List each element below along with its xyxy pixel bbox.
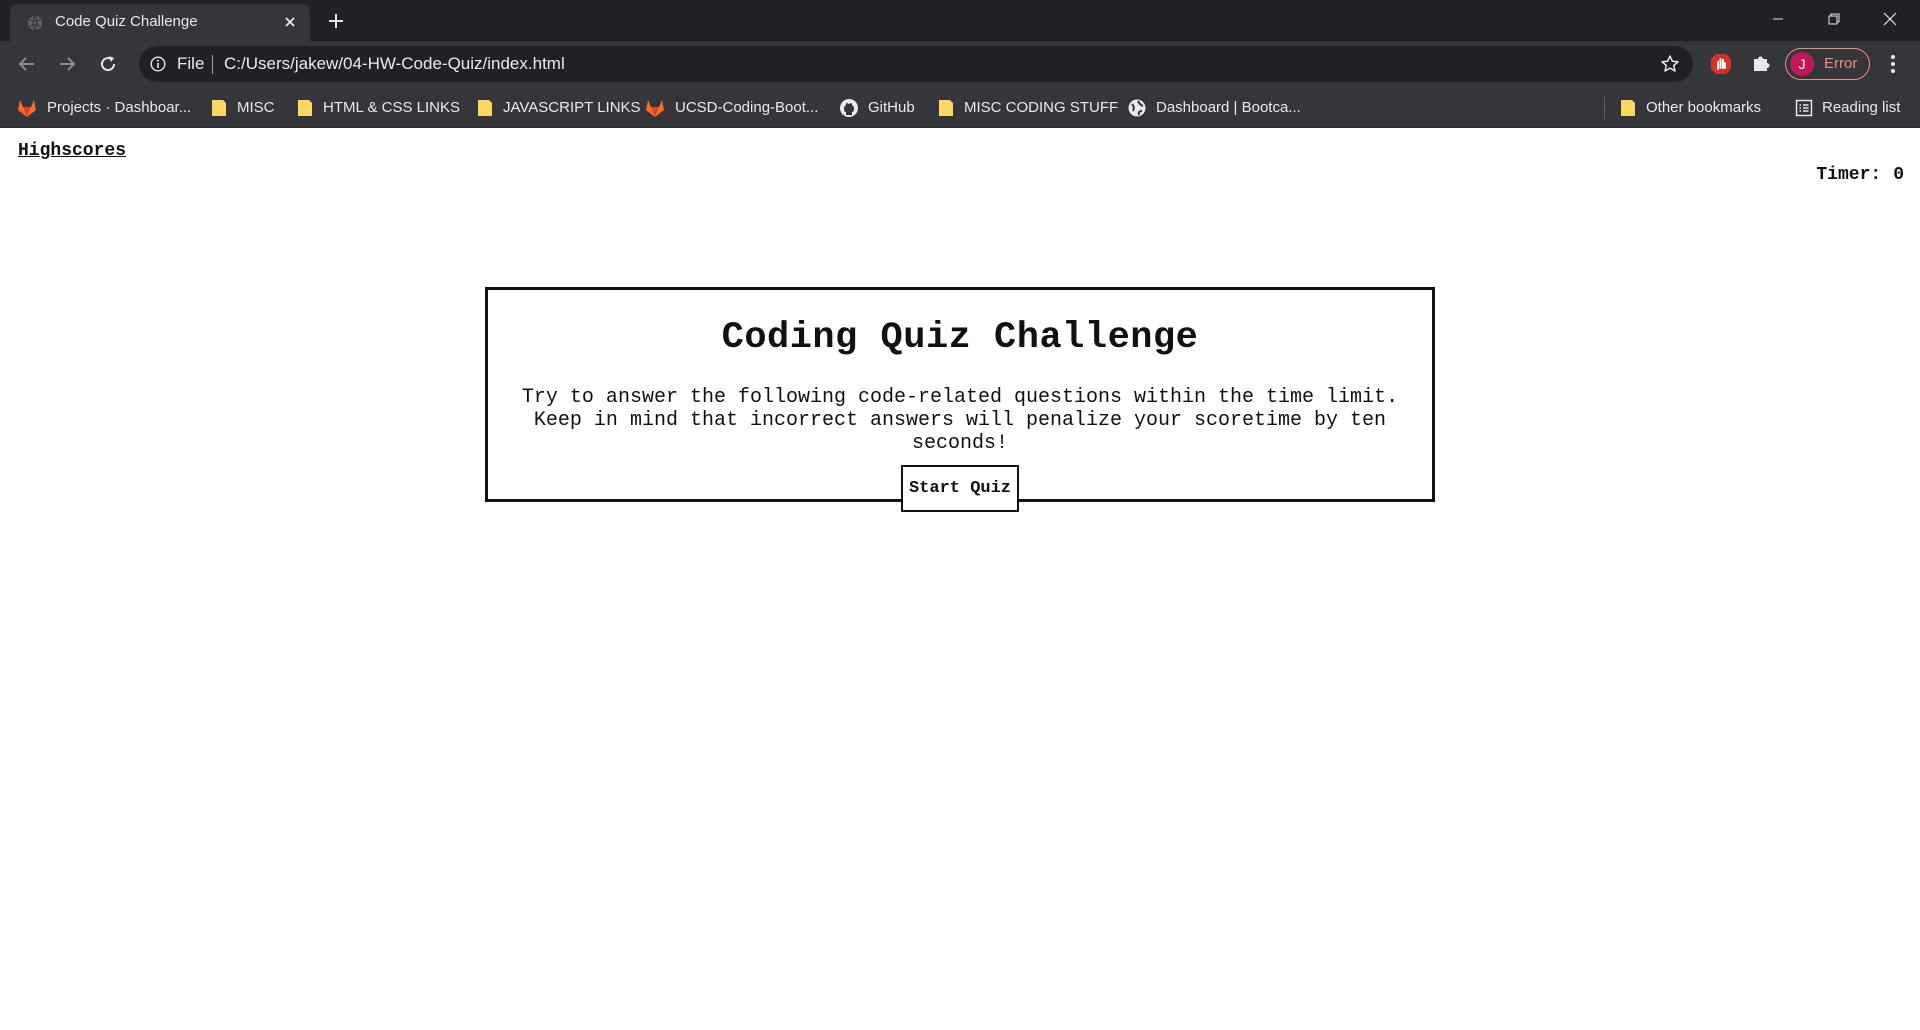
bookmarks-bar: Projects · Dashboar... MISC HTML & CSS L… [0,87,1920,128]
github-icon [840,98,858,117]
folder-icon [212,99,226,116]
globe-icon [1128,99,1146,116]
more-menu-icon[interactable] [1883,53,1903,75]
active-tab[interactable]: Code Quiz Challenge [10,4,310,41]
quiz-intro-card: Coding Quiz Challenge Try to answer the … [485,287,1435,512]
restore-button[interactable] [1806,0,1862,38]
bookmark-other-bookmarks[interactable]: Other bookmarks [1619,87,1761,128]
info-icon[interactable] [150,56,166,72]
reading-list-label: Reading list [1822,99,1901,116]
web-page: Highscores Timer: 0 Coding Quiz Challenge… [0,128,1920,1030]
stop-hand-extension-icon[interactable] [1708,51,1734,77]
url-text[interactable]: C:/Users/jakew/04-HW-Code-Quiz/index.htm… [224,54,565,74]
gitlab-icon [18,99,36,117]
bookmark-label: HTML & CSS LINKS [323,99,460,116]
avatar: J [1790,52,1814,76]
timer-label: Timer: [1816,165,1882,185]
bookmark-javascript-links[interactable]: JAVASCRIPT LINKS [476,87,641,128]
reload-button[interactable] [94,50,122,78]
bookmarks-divider [1604,97,1605,119]
back-arrow-icon [18,57,34,71]
scheme-label: File [177,54,205,73]
close-tab-icon[interactable] [281,13,299,31]
bookmark-label: MISC CODING STUFF [964,99,1119,116]
reload-icon [101,56,116,72]
bookmark-projects-dashboard[interactable]: Projects · Dashboar... [16,87,191,128]
profile-status: Error [1824,55,1858,72]
forward-button[interactable] [53,50,81,78]
url-separator [212,55,213,74]
bookmark-label: Other bookmarks [1646,99,1762,116]
bookmark-label: MISC [237,99,275,116]
timer: Timer: 0 [1816,165,1904,185]
close-window-button[interactable] [1862,0,1918,38]
bookmark-misc-coding-stuff[interactable]: MISC CODING STUFF [937,87,1118,128]
bookmark-misc[interactable]: MISC [210,87,275,128]
close-icon [1883,12,1897,26]
forward-arrow-icon [60,57,76,71]
profile-button[interactable]: J Error [1785,48,1870,80]
bookmark-html-css-links[interactable]: HTML & CSS LINKS [296,87,460,128]
bookmark-label: GitHub [868,99,915,116]
folder-icon [939,99,953,116]
extensions-puzzle-icon[interactable] [1750,52,1772,74]
reading-list-icon [1795,99,1813,116]
folder-icon [478,99,492,116]
bookmark-label: JAVASCRIPT LINKS [503,99,641,116]
timer-value: 0 [1893,165,1904,185]
folder-icon [298,99,312,116]
reading-list-button[interactable]: Reading list [1795,87,1900,128]
quiz-description: Try to answer the following code-related… [521,386,1399,455]
bookmark-label: Dashboard | Bootca... [1156,99,1301,116]
new-tab-icon[interactable] [326,11,346,31]
back-button[interactable] [13,50,41,78]
address-bar[interactable]: File C:/Users/jakew/04-HW-Code-Quiz/inde… [139,46,1693,82]
start-quiz-button[interactable]: Start Quiz [900,465,1020,512]
gitlab-icon [646,99,664,117]
globe-icon [28,15,42,31]
minimize-button[interactable] [1750,0,1806,38]
bookmark-label: Projects · Dashboar... [47,99,192,116]
bookmark-ucsd-coding-boot[interactable]: UCSD-Coding-Boot... [644,87,818,128]
minimize-icon [1773,18,1783,20]
quiz-title: Coding Quiz Challenge [721,317,1199,359]
bookmark-label: UCSD-Coding-Boot... [675,99,819,116]
highscores-link[interactable]: Highscores [18,141,126,161]
tab-strip: Code Quiz Challenge [0,0,1920,41]
bookmark-star-icon[interactable] [1660,54,1680,74]
bookmark-dashboard-bootcamp[interactable]: Dashboard | Bootca... [1127,87,1301,128]
bookmark-github[interactable]: GitHub [839,87,915,128]
browser-toolbar: File C:/Users/jakew/04-HW-Code-Quiz/inde… [0,41,1920,87]
restore-icon [1828,13,1840,25]
tab-title: Code Quiz Challenge [55,13,198,30]
folder-icon [1621,99,1635,116]
